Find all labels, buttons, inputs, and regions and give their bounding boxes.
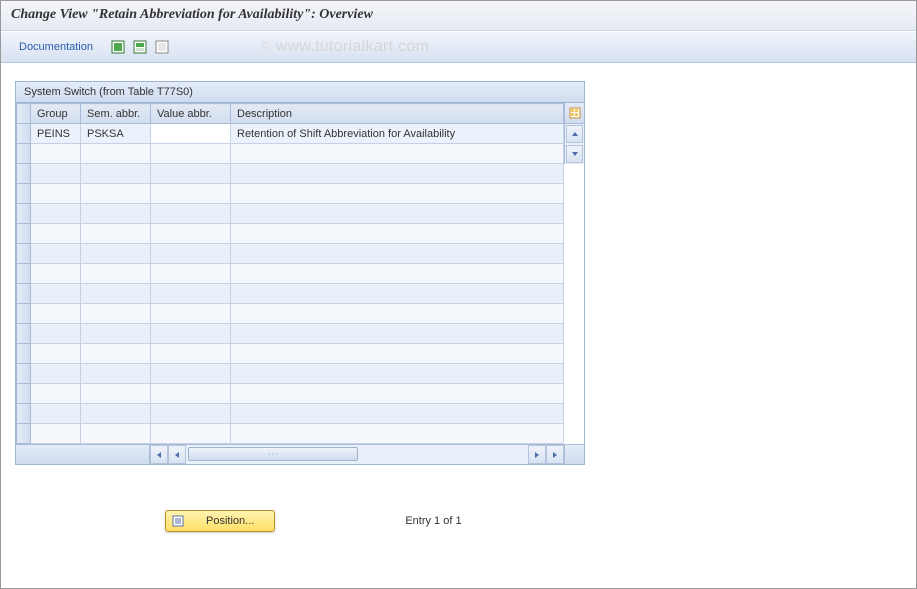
table-row[interactable] [17, 424, 564, 444]
table-row[interactable] [17, 204, 564, 224]
hscroll-spacer [16, 445, 150, 464]
table-footer: Position... Entry 1 of 1 [165, 510, 902, 532]
table-row[interactable] [17, 324, 564, 344]
row-selector[interactable] [17, 144, 31, 164]
table-row[interactable] [17, 144, 564, 164]
table-row[interactable] [17, 304, 564, 324]
cell-sem-abbr[interactable]: PSKSA [81, 124, 151, 144]
hscroll-thumb[interactable]: ··· [188, 447, 358, 461]
scroll-down-icon[interactable] [566, 145, 583, 163]
cell-group[interactable]: PEINS [31, 124, 81, 144]
row-selector[interactable] [17, 304, 31, 324]
col-description[interactable]: Description [231, 104, 564, 124]
table-row[interactable] [17, 244, 564, 264]
col-value-abbr[interactable]: Value abbr. [151, 104, 231, 124]
panel-title: System Switch (from Table T77S0) [16, 82, 584, 103]
entry-count: Entry 1 of 1 [405, 515, 461, 527]
scroll-left-first-icon[interactable] [150, 445, 168, 464]
table-row[interactable] [17, 364, 564, 384]
deselect-all-icon[interactable] [153, 38, 171, 56]
table-row[interactable] [17, 264, 564, 284]
table-row[interactable] [17, 404, 564, 424]
row-selector[interactable] [17, 204, 31, 224]
row-selector[interactable] [17, 164, 31, 184]
row-selector[interactable] [17, 344, 31, 364]
scroll-up-icon[interactable] [566, 125, 583, 143]
content-area: System Switch (from Table T77S0) Group S… [1, 63, 916, 542]
cell-value-abbr[interactable] [151, 124, 231, 144]
row-selector[interactable] [17, 264, 31, 284]
data-table: Group Sem. abbr. Value abbr. Description… [16, 103, 564, 444]
row-selector[interactable] [17, 364, 31, 384]
col-sem-abbr[interactable]: Sem. abbr. [81, 104, 151, 124]
scroll-right-icon[interactable] [528, 445, 546, 464]
position-icon [172, 514, 186, 528]
scroll-right-last-icon[interactable] [546, 445, 564, 464]
horizontal-scrollbar[interactable]: ··· [16, 444, 584, 464]
row-selector[interactable] [17, 404, 31, 424]
table-header-row: Group Sem. abbr. Value abbr. Description [17, 104, 564, 124]
table-row[interactable] [17, 184, 564, 204]
position-button[interactable]: Position... [165, 510, 275, 532]
row-selector[interactable] [17, 384, 31, 404]
table-panel: System Switch (from Table T77S0) Group S… [15, 81, 585, 465]
documentation-label: Documentation [19, 41, 93, 53]
page-title: Change View "Retain Abbreviation for Ava… [11, 7, 373, 22]
table-row[interactable] [17, 344, 564, 364]
select-block-icon[interactable] [131, 38, 149, 56]
row-selector[interactable] [17, 184, 31, 204]
table-row[interactable]: PEINS PSKSA Retention of Shift Abbreviat… [17, 124, 564, 144]
row-selector[interactable] [17, 124, 31, 144]
application-toolbar: Documentation [1, 31, 916, 63]
scroll-corner [564, 445, 584, 464]
vertical-scrollbar[interactable] [564, 124, 584, 164]
row-selector[interactable] [17, 244, 31, 264]
table-row[interactable] [17, 284, 564, 304]
scroll-left-icon[interactable] [168, 445, 186, 464]
configure-columns-icon[interactable] [564, 103, 584, 124]
position-label: Position... [206, 515, 254, 527]
cell-description[interactable]: Retention of Shift Abbreviation for Avai… [231, 124, 564, 144]
window-titlebar: Change View "Retain Abbreviation for Ava… [1, 1, 916, 31]
row-selector[interactable] [17, 284, 31, 304]
table-row[interactable] [17, 224, 564, 244]
table-row[interactable] [17, 164, 564, 184]
row-selector-header[interactable] [17, 104, 31, 124]
documentation-button[interactable]: Documentation [11, 37, 101, 57]
select-all-icon[interactable] [109, 38, 127, 56]
row-selector[interactable] [17, 324, 31, 344]
col-group[interactable]: Group [31, 104, 81, 124]
row-selector[interactable] [17, 224, 31, 244]
table-row[interactable] [17, 384, 564, 404]
row-selector[interactable] [17, 424, 31, 444]
